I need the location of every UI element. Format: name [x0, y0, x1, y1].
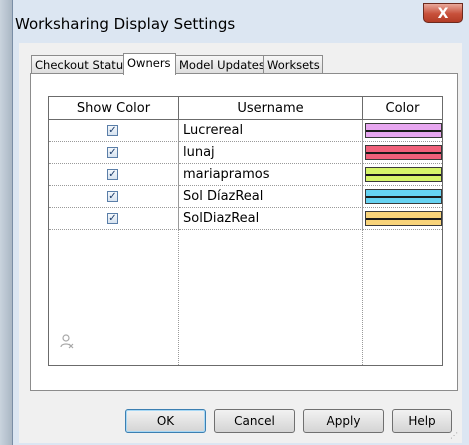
column-header-show-color[interactable]: Show Color [49, 97, 179, 120]
column-header-username[interactable]: Username [179, 97, 363, 120]
username-cell[interactable]: Sol DíazReal [179, 186, 363, 208]
apply-button[interactable]: Apply [303, 409, 384, 433]
color-swatch[interactable] [365, 167, 442, 182]
ok-button[interactable]: OK [125, 409, 206, 433]
color-cell[interactable] [363, 120, 442, 142]
swatch-line [366, 130, 441, 132]
dialog-client-area: Checkout Status Owners Model Updates Wor… [19, 43, 462, 443]
color-cell[interactable] [363, 164, 442, 186]
color-cell[interactable] [363, 142, 442, 164]
tab-owners[interactable]: Owners [123, 53, 176, 75]
color-swatch[interactable] [365, 123, 442, 138]
resize-grip[interactable]: ⋰ [450, 431, 460, 441]
color-swatch[interactable] [365, 189, 442, 204]
column-header-color[interactable]: Color [363, 97, 442, 120]
username-cell[interactable]: mariapramos [179, 164, 363, 186]
show-color-cell: ✓ [49, 120, 179, 142]
color-swatch[interactable] [365, 211, 442, 226]
table-row[interactable]: ✓ Sol DíazReal [49, 186, 442, 208]
color-swatch[interactable] [365, 145, 442, 160]
color-cell[interactable] [363, 208, 442, 230]
table-row[interactable]: ✓ lunaj [49, 142, 442, 164]
show-color-checkbox[interactable]: ✓ [107, 213, 118, 224]
show-color-checkbox[interactable]: ✓ [107, 147, 118, 158]
user-remove-icon[interactable] [60, 333, 74, 349]
show-color-cell: ✓ [49, 186, 179, 208]
swatch-line [366, 174, 441, 176]
dialog-title: Worksharing Display Settings [15, 15, 236, 33]
username-cell[interactable]: SolDiazReal [179, 208, 363, 230]
swatch-line [366, 196, 441, 198]
show-color-cell: ✓ [49, 208, 179, 230]
show-color-cell: ✓ [49, 142, 179, 164]
show-color-checkbox[interactable]: ✓ [107, 169, 118, 180]
close-button[interactable]: X [423, 3, 463, 23]
table-row[interactable]: ✓ SolDiazReal [49, 208, 442, 230]
table-row[interactable]: ✓ Lucrereal [49, 120, 442, 142]
background-window-edge [0, 0, 12, 445]
show-color-checkbox[interactable]: ✓ [107, 125, 118, 136]
tab-checkout-status[interactable]: Checkout Status [31, 55, 129, 73]
tab-worksets[interactable]: Worksets [263, 55, 323, 73]
cancel-button[interactable]: Cancel [214, 409, 295, 433]
owners-table: Show Color Username Color ✓ Lucrereal ✓ lun… [48, 96, 443, 366]
dialog-window: Worksharing Display Settings X Checkout … [12, 0, 469, 445]
username-cell[interactable]: lunaj [179, 142, 363, 164]
help-button[interactable]: Help [392, 409, 452, 433]
show-color-checkbox[interactable]: ✓ [107, 191, 118, 202]
color-cell[interactable] [363, 186, 442, 208]
tab-model-updates[interactable]: Model Updates [175, 55, 265, 73]
table-row[interactable]: ✓ mariapramos [49, 164, 442, 186]
username-cell[interactable]: Lucrereal [179, 120, 363, 142]
show-color-cell: ✓ [49, 164, 179, 186]
swatch-line [366, 218, 441, 220]
swatch-line [366, 152, 441, 154]
